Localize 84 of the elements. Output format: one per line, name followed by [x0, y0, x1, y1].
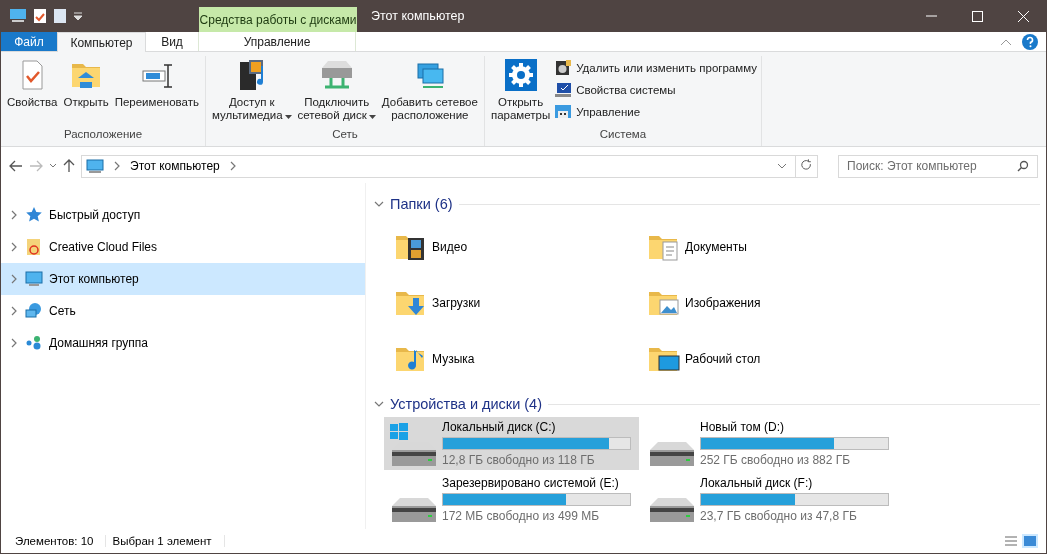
computer-icon [86, 158, 104, 174]
drive-tile[interactable]: Локальный диск (C:) 12,8 ГБ свободно из 118 ГБ [384, 417, 639, 470]
drive-name: Локальный диск (F:) [700, 476, 814, 490]
folder-label[interactable]: Изображения [685, 296, 761, 310]
free-space-text: 23,7 ГБ свободно из 47,8 ГБ [700, 509, 858, 523]
computer-icon [25, 270, 43, 288]
free-space-text: 252 ГБ свободно из 882 ГБ [700, 453, 852, 467]
ribbon-button[interactable]: Управление [554, 102, 757, 122]
ribbon-tab[interactable]: Компьютер [57, 32, 146, 52]
folder-label[interactable]: Музыка [432, 352, 475, 366]
status-text: Элементов: 10 [9, 535, 107, 547]
breadcrumb[interactable]: Этот компьютер [130, 159, 220, 173]
minimize-icon [925, 15, 937, 17]
properties-icon[interactable] [33, 8, 47, 24]
help-icon[interactable] [1022, 33, 1038, 50]
drive-name: Новый том (D:) [700, 420, 785, 434]
nav-item[interactable]: Сеть [1, 295, 365, 327]
network-drive-icon [319, 58, 354, 92]
section-heading[interactable]: Устройства и диски (4) [390, 396, 543, 412]
system-drive-icon [388, 421, 438, 466]
computer-manage-icon [554, 103, 573, 121]
expand-chevron-icon[interactable] [9, 274, 19, 284]
breadcrumb-separator-icon[interactable] [112, 161, 122, 171]
dropdown-caret-icon [368, 115, 376, 119]
expand-chevron-icon[interactable] [9, 210, 19, 220]
monitor-check-icon [554, 81, 573, 99]
ribbon-button[interactable]: Открыть [61, 56, 111, 128]
ribbon-button[interactable]: Свойства [5, 56, 60, 128]
ribbon-tab[interactable]: Файл [1, 32, 57, 51]
star-icon [25, 206, 43, 224]
section-heading[interactable]: Папки (6) [390, 196, 453, 212]
folder-label[interactable]: Документы [685, 240, 747, 254]
ribbon-button[interactable]: Доступ к мультимедиа [210, 56, 294, 128]
window-title: Этот компьютер [370, 8, 466, 25]
search-icon [1017, 160, 1029, 172]
expand-chevron-icon[interactable] [9, 306, 19, 316]
folder-label[interactable]: Рабочий стол [685, 352, 761, 366]
ribbon-button[interactable]: Открыть параметры [488, 56, 553, 128]
free-space-text: 12,8 ГБ свободно из 118 ГБ [442, 453, 596, 467]
free-space-text: 172 МБ свободно из 499 МБ [442, 509, 601, 523]
nav-item[interactable]: Этот компьютер [1, 263, 365, 295]
history-caret-icon[interactable] [777, 163, 787, 169]
drive-tile[interactable]: Зарезервировано системой (E:) 172 МБ свободно из 499 МБ [384, 473, 639, 526]
nav-item[interactable]: Домашняя группа [1, 327, 365, 359]
settings-icon [503, 58, 538, 92]
up-icon[interactable] [63, 159, 75, 173]
ribbon-button[interactable]: Удалить или изменить программу [554, 58, 757, 78]
drive-tile[interactable]: Локальный диск (F:) 23,7 ГБ свободно из 47,8 ГБ [642, 473, 897, 526]
address-field[interactable]: Этот компьютер [81, 154, 818, 178]
folder-label[interactable]: Загрузки [432, 296, 481, 310]
drive-name: Локальный диск (C:) [442, 420, 557, 434]
customize-caret-icon[interactable] [73, 11, 83, 21]
large-icons-view-icon[interactable] [1022, 534, 1038, 548]
cloud-folder-icon [25, 238, 43, 256]
collapse-chevron-icon[interactable] [374, 399, 384, 409]
dropdown-caret-icon [284, 115, 292, 119]
close-icon [1017, 10, 1029, 22]
network-icon [25, 302, 43, 320]
group-label: Сеть [331, 128, 359, 142]
homegroup-icon [25, 334, 43, 352]
group-label: Система [598, 128, 648, 142]
computer-icon[interactable] [9, 8, 27, 24]
expand-chevron-icon[interactable] [9, 338, 19, 348]
ribbon-button[interactable]: Подключить сетевой диск [295, 56, 378, 128]
back-icon[interactable] [9, 160, 23, 172]
nav-item[interactable]: Creative Cloud Files [1, 231, 365, 263]
ribbon-button[interactable]: Свойства системы [554, 80, 757, 100]
ribbon-button[interactable]: Переименовать [112, 56, 201, 128]
context-tab-group: Средства работы с дисками [199, 7, 357, 32]
ribbon-button[interactable]: Добавить сетевое расположение [379, 56, 480, 128]
drive-tile[interactable]: Новый том (D:) 252 ГБ свободно из 882 ГБ [642, 417, 897, 470]
status-text: Выбран 1 элемент [106, 535, 225, 547]
search-field[interactable]: Поиск: Этот компьютер [838, 154, 1038, 178]
expand-chevron-icon[interactable] [9, 242, 19, 252]
collapse-chevron-icon[interactable] [374, 199, 384, 209]
folder-label[interactable]: Видео [432, 240, 468, 254]
group-label: Расположение [62, 128, 144, 142]
collapse-ribbon-icon[interactable] [1000, 37, 1012, 46]
recent-caret-icon[interactable] [49, 163, 57, 169]
new-folder-icon[interactable] [53, 8, 67, 24]
drive-name: Зарезервировано системой (E:) [442, 476, 620, 490]
maximize-icon [971, 10, 983, 22]
ribbon-tab[interactable]: Управление [198, 32, 356, 51]
nav-item[interactable]: Быстрый доступ [1, 199, 365, 231]
